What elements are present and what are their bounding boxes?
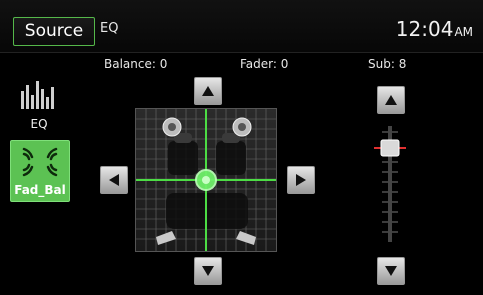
slider-thumb — [380, 139, 400, 157]
fader-balance-screen: Source EQ 12:04AM EQ Fad_Bal Balance: 0 … — [0, 0, 483, 295]
arrow-up-icon — [385, 95, 397, 105]
speaker-balance-icon — [22, 147, 58, 177]
arrow-left-icon — [109, 174, 119, 186]
sidebar-item-fad-bal[interactable]: Fad_Bal — [10, 140, 70, 202]
clock-ampm: AM — [454, 25, 473, 39]
balance-label: Balance: — [104, 57, 156, 71]
arrow-right-icon — [296, 174, 306, 186]
sub-value: 8 — [398, 57, 407, 71]
fader-balance-grid[interactable] — [135, 108, 277, 252]
arrow-down-icon — [202, 266, 214, 276]
fader-rear-button[interactable] — [194, 257, 222, 285]
fader-front-button[interactable] — [194, 77, 222, 105]
source-button[interactable]: Source — [13, 17, 95, 46]
top-bar: Source EQ 12:04AM — [0, 0, 483, 53]
equalizer-icon — [21, 81, 54, 109]
fader-value: 0 — [280, 57, 289, 71]
arrow-up-icon — [202, 86, 214, 96]
fader-readout: Fader: 0 — [240, 57, 288, 71]
balance-readout: Balance: 0 — [104, 57, 167, 71]
crosshair — [136, 109, 276, 251]
sidebar-item-label: Fad_Bal — [14, 183, 66, 197]
fader-label: Fader: — [240, 57, 277, 71]
mode-label: EQ — [100, 21, 119, 36]
sidebar-item-label: EQ — [30, 117, 48, 131]
sub-label: Sub: — [368, 57, 395, 71]
sidebar: EQ Fad_Bal — [0, 68, 78, 295]
balance-left-button[interactable] — [100, 166, 128, 194]
sub-level-slider[interactable] — [370, 122, 410, 246]
sidebar-item-eq[interactable]: EQ — [10, 75, 68, 135]
balance-right-button[interactable] — [287, 166, 315, 194]
balance-value: 0 — [159, 57, 168, 71]
sub-down-button[interactable] — [377, 257, 405, 285]
clock-time: 12:04 — [395, 17, 454, 41]
arrow-down-icon — [385, 266, 397, 276]
clock: 12:04AM — [396, 17, 473, 41]
sub-up-button[interactable] — [377, 86, 405, 114]
sub-readout: Sub: 8 — [368, 57, 406, 71]
